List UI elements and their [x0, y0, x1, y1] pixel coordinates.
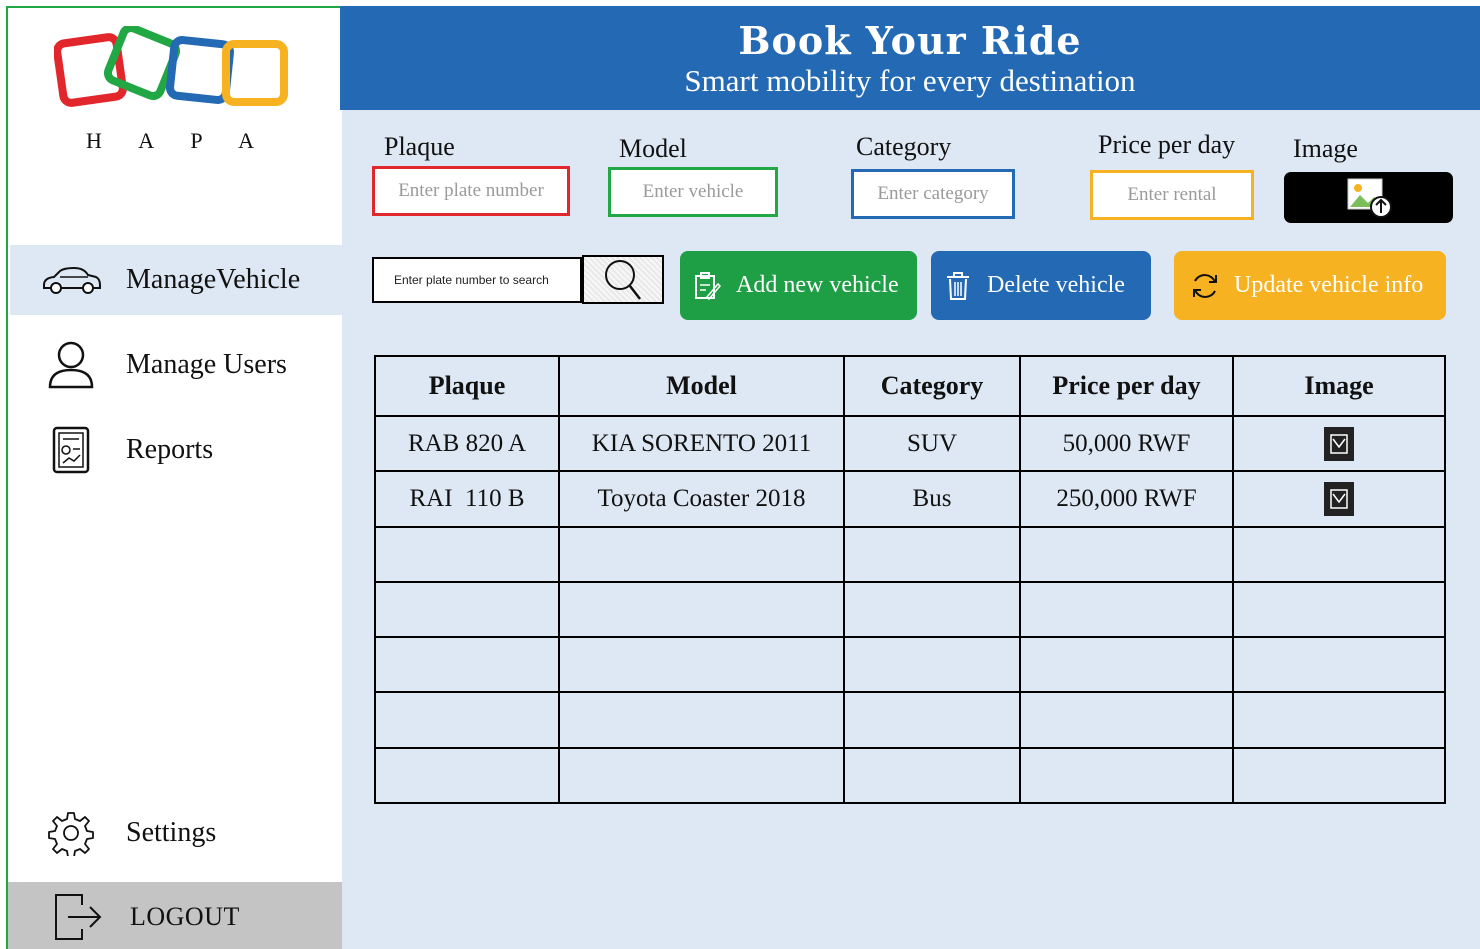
cell-category	[843, 580, 1021, 639]
cell-category: SUV	[843, 414, 1021, 473]
table-row	[374, 746, 1446, 805]
add-vehicle-button[interactable]: Add new vehicle	[680, 251, 917, 320]
cell-model	[558, 691, 845, 749]
cell-model	[558, 636, 845, 694]
search-button[interactable]	[582, 255, 664, 304]
update-vehicle-label: Update vehicle info	[1234, 272, 1424, 298]
table-row	[374, 580, 1446, 639]
cell-plaque	[374, 525, 560, 583]
cell-image	[1232, 470, 1446, 528]
cell-price: 250,000 RWF	[1019, 470, 1234, 528]
cell-model: KIA SORENTO 2011	[558, 414, 845, 473]
cell-plaque	[374, 580, 560, 639]
logout-button[interactable]: LOGOUT	[8, 882, 347, 949]
main-panel: Plaque Model Category Price per day Imag…	[342, 110, 1480, 949]
hapa-logo: H A P A	[53, 23, 294, 153]
sidebar-item-settings[interactable]: Settings	[10, 798, 344, 868]
sidebar: H A P A ManageVehicle Manage Users Repor…	[6, 6, 347, 949]
sidebar-item-manage-users[interactable]: Manage Users	[10, 330, 344, 400]
category-input[interactable]	[851, 169, 1015, 219]
cell-category	[843, 746, 1021, 805]
table-row	[374, 636, 1446, 694]
column-header-model: Model	[558, 355, 845, 417]
cell-price	[1019, 525, 1234, 583]
logo-text: H A P A	[86, 128, 270, 153]
vehicles-table: Plaque Model Category Price per day Imag…	[374, 355, 1446, 805]
cell-model	[558, 580, 845, 639]
logout-icon	[52, 891, 104, 943]
cell-category: Bus	[843, 470, 1021, 528]
cell-plaque	[374, 636, 560, 694]
cell-plaque	[374, 746, 560, 805]
cell-plaque: RAB 820 A	[374, 414, 560, 473]
image-label: Image	[1293, 134, 1358, 163]
image-upload-button[interactable]	[1284, 172, 1453, 223]
sidebar-item-manage-vehicle[interactable]: ManageVehicle	[10, 245, 344, 315]
cell-price: 50,000 RWF	[1019, 414, 1234, 473]
cell-image	[1232, 691, 1446, 749]
cell-image	[1232, 746, 1446, 805]
price-label: Price per day	[1098, 130, 1236, 159]
cell-model	[558, 746, 845, 805]
edit-icon	[692, 271, 722, 301]
table-row	[374, 525, 1446, 583]
plaque-label: Plaque	[384, 132, 455, 161]
cell-category	[843, 636, 1021, 694]
trash-icon	[943, 271, 973, 301]
sidebar-item-label: Settings	[126, 817, 217, 848]
cell-model	[558, 525, 845, 583]
cell-category	[843, 691, 1021, 749]
category-label: Category	[856, 132, 952, 161]
logo-rings-icon	[53, 23, 288, 107]
table-row[interactable]: RAI 110 B Toyota Coaster 2018 Bus 250,00…	[374, 470, 1446, 528]
column-header-image: Image	[1232, 355, 1446, 417]
cell-image	[1232, 636, 1446, 694]
gear-icon	[40, 808, 102, 858]
model-input[interactable]	[608, 167, 778, 217]
cell-price	[1019, 580, 1234, 639]
cell-price	[1019, 746, 1234, 805]
sidebar-item-reports[interactable]: Reports	[10, 415, 344, 485]
table-row[interactable]: RAB 820 A KIA SORENTO 2011 SUV 50,000 RW…	[374, 414, 1446, 473]
image-upload-icon	[1347, 178, 1392, 218]
sidebar-item-label: Reports	[126, 434, 214, 465]
cell-image	[1232, 414, 1446, 473]
page-subtitle: Smart mobility for every destination	[684, 63, 1136, 98]
price-input[interactable]	[1090, 170, 1254, 220]
page-title: Book Your Ride	[738, 18, 1082, 63]
image-thumbnail-icon[interactable]	[1324, 481, 1354, 516]
app-header: Book Your Ride Smart mobility for every …	[340, 6, 1480, 110]
table-row	[374, 691, 1446, 749]
refresh-icon	[1190, 271, 1220, 301]
cell-category	[843, 525, 1021, 583]
logout-label: LOGOUT	[130, 901, 240, 931]
cell-price	[1019, 691, 1234, 749]
search-input[interactable]	[372, 257, 582, 303]
cell-image	[1232, 580, 1446, 639]
delete-vehicle-button[interactable]: Delete vehicle	[931, 251, 1151, 320]
update-vehicle-button[interactable]: Update vehicle info	[1174, 251, 1446, 320]
column-header-price: Price per day	[1019, 355, 1234, 417]
model-label: Model	[619, 134, 687, 163]
car-icon	[40, 255, 102, 305]
report-icon	[40, 425, 102, 475]
cell-price	[1019, 636, 1234, 694]
search-icon	[605, 259, 641, 300]
user-icon	[40, 340, 102, 390]
column-header-category: Category	[843, 355, 1021, 417]
image-thumbnail-icon[interactable]	[1324, 426, 1354, 461]
cell-image	[1232, 525, 1446, 583]
delete-vehicle-label: Delete vehicle	[987, 272, 1125, 298]
column-header-plaque: Plaque	[374, 355, 560, 417]
cell-plaque	[374, 691, 560, 749]
cell-model: Toyota Coaster 2018	[558, 470, 845, 528]
add-vehicle-label: Add new vehicle	[736, 272, 899, 298]
sidebar-item-label: ManageVehicle	[126, 264, 301, 295]
sidebar-item-label: Manage Users	[126, 349, 287, 380]
plaque-input[interactable]	[372, 166, 570, 216]
table-header-row: Plaque Model Category Price per day Imag…	[374, 355, 1446, 417]
cell-plaque: RAI 110 B	[374, 470, 560, 528]
